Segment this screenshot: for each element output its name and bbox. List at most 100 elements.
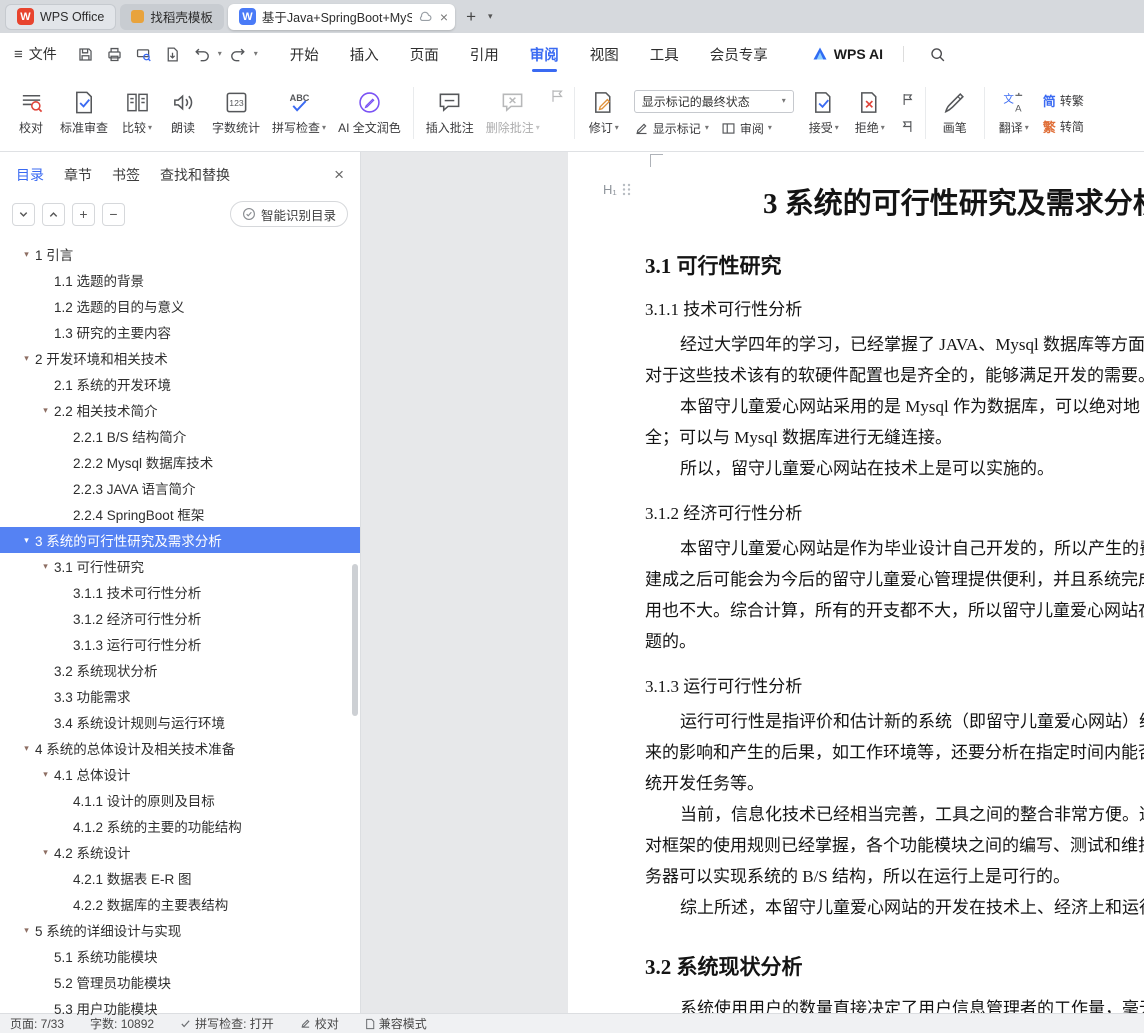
previous-change-button[interactable] — [897, 91, 919, 109]
toc-item[interactable]: 5.3 用户功能模块 — [0, 995, 360, 1021]
toc-item[interactable]: 1.1 选题的背景 — [0, 267, 360, 293]
doc-text-line: 对于这些技术该有的软硬件配置也是齐全的，能够满足开发的需要。 — [645, 366, 1144, 385]
toc-item[interactable]: ▾ 4.1 总体设计 — [0, 761, 360, 787]
compatibility-mode[interactable]: 兼容模式 — [365, 1015, 427, 1032]
accept-button[interactable]: 接受 ▾ — [801, 85, 847, 141]
menu-item-membership[interactable]: 会员专享 — [708, 33, 770, 75]
menu-item-home[interactable]: 开始 — [288, 33, 321, 75]
toc-item[interactable]: ▾ 3 系统的可行性研究及需求分析 — [0, 527, 360, 553]
sidebar-tab-find-replace[interactable]: 查找和替换 — [160, 165, 230, 185]
toc-caret-icon[interactable]: ▾ — [18, 249, 35, 260]
to-traditional-button[interactable]: 简 转繁 — [1043, 91, 1084, 110]
menu-item-tools[interactable]: 工具 — [648, 33, 681, 75]
menu-item-insert[interactable]: 插入 — [348, 33, 381, 75]
smart-toc-button[interactable]: 智能识别目录 — [229, 201, 348, 227]
undo-caret-icon[interactable]: ▾ — [218, 50, 222, 58]
redo-button[interactable] — [225, 42, 251, 66]
toc-item[interactable]: ▾ 5 系统的详细设计与实现 — [0, 917, 360, 943]
insert-comment-button[interactable]: 插入批注 — [420, 85, 480, 141]
menu-item-page[interactable]: 页面 — [408, 33, 441, 75]
toc-caret-icon[interactable]: ▾ — [37, 769, 54, 780]
menu-item-review[interactable]: 审阅 — [528, 33, 561, 75]
zoom-out-toc-button[interactable]: − — [102, 202, 125, 226]
toc-item[interactable]: 1.3 研究的主要内容 — [0, 319, 360, 345]
redo-caret-icon[interactable]: ▾ — [254, 50, 258, 58]
toc-caret-icon[interactable]: ▾ — [37, 847, 54, 858]
spell-check-button[interactable]: ABC 拼写检查 ▾ — [266, 85, 332, 141]
toc-item[interactable]: 3.1.3 运行可行性分析 — [0, 631, 360, 657]
brush-button[interactable]: 画笔 — [932, 85, 978, 141]
standard-review-button[interactable]: 标准审查 — [54, 85, 114, 141]
save-button[interactable] — [73, 42, 99, 66]
toc-item[interactable]: ▾ 2 开发环境和相关技术 — [0, 345, 360, 371]
document-page[interactable]: 3 系统的可行性研究及需求分析 3.1 可行性研究 3.1.1 技术可行性分析 经过大… — [568, 152, 1144, 1013]
print-button[interactable] — [102, 42, 128, 66]
export-pdf-button[interactable] — [160, 42, 186, 66]
sidebar-tab-bookmark[interactable]: 书签 — [112, 165, 140, 185]
collapse-all-button[interactable] — [12, 202, 35, 226]
toc-item[interactable]: ▾ 4.2 系统设计 — [0, 839, 360, 865]
toc-item[interactable]: 3.2 系统现状分析 — [0, 657, 360, 683]
compare-button[interactable]: 比较 ▾ — [114, 85, 160, 141]
track-changes-button[interactable]: 修订 ▾ — [581, 85, 627, 141]
markup-state-dropdown[interactable]: 显示标记的最终状态 ▾ — [633, 89, 794, 113]
file-menu[interactable]: ≡ 文件 — [14, 44, 57, 64]
sidebar-tab-toc[interactable]: 目录 — [16, 165, 44, 185]
toc-item[interactable]: 3.4 系统设计规则与运行环境 — [0, 709, 360, 735]
translate-button[interactable]: 文A 翻译 ▾ — [991, 85, 1037, 141]
toc-item[interactable]: 4.2.2 数据库的主要表结构 — [0, 891, 360, 917]
toc-item[interactable]: ▾ 4 系统的总体设计及相关技术准备 — [0, 735, 360, 761]
toc-item[interactable]: ▾ 2.2 相关技术简介 — [0, 397, 360, 423]
toc-item[interactable]: 4.2.1 数据表 E-R 图 — [0, 865, 360, 891]
search-icon[interactable] — [924, 42, 950, 66]
sidebar-tab-chapter[interactable]: 章节 — [64, 165, 92, 185]
close-tab-icon[interactable]: × — [440, 9, 448, 25]
tab-list-caret-icon[interactable]: ▾ — [483, 11, 498, 22]
toc-item[interactable]: 5.1 系统功能模块 — [0, 943, 360, 969]
toc-item[interactable]: 3.3 功能需求 — [0, 683, 360, 709]
wps-ai-button[interactable]: WPS AI — [812, 46, 883, 62]
toc-item[interactable]: 2.2.1 B/S 结构简介 — [0, 423, 360, 449]
toc-item[interactable]: 2.1 系统的开发环境 — [0, 371, 360, 397]
menu-item-view[interactable]: 视图 — [588, 33, 621, 75]
toc-item[interactable]: ▾ 1 引言 — [0, 241, 360, 267]
wps-office-tab[interactable]: W WPS Office — [5, 3, 117, 30]
toc-item[interactable]: 2.2.4 SpringBoot 框架 — [0, 501, 360, 527]
show-markup-button[interactable]: 显示标记 ▾ — [634, 120, 709, 137]
ai-polish-button[interactable]: AI 全文润色 — [332, 85, 407, 141]
toc-item[interactable]: 1.2 选题的目的与意义 — [0, 293, 360, 319]
doc-text-line: 运行可行性是指评价和估计新的系统（即留守儿童爱心网站）给 — [680, 712, 1144, 731]
toc-item[interactable]: ▾ 3.1 可行性研究 — [0, 553, 360, 579]
undo-button[interactable] — [189, 42, 215, 66]
close-sidebar-icon[interactable]: × — [334, 165, 344, 185]
docer-template-tab[interactable]: 找稻壳模板 — [120, 3, 224, 30]
document-tab[interactable]: W 基于Java+SpringBoot+MyS × — [227, 3, 456, 30]
to-simplified-button[interactable]: 繁 转简 — [1043, 117, 1084, 136]
toc-caret-icon[interactable]: ▾ — [18, 535, 35, 546]
toc-item[interactable]: 4.1.2 系统的主要的功能结构 — [0, 813, 360, 839]
menu-item-reference[interactable]: 引用 — [468, 33, 501, 75]
toc-item[interactable]: 3.1.1 技术可行性分析 — [0, 579, 360, 605]
toc-caret-icon[interactable]: ▾ — [18, 353, 35, 364]
toc-item[interactable]: 3.1.2 经济可行性分析 — [0, 605, 360, 631]
read-aloud-button[interactable]: 朗读 — [160, 85, 206, 141]
toc-caret-icon[interactable]: ▾ — [37, 405, 54, 416]
review-pane-button[interactable]: 审阅 ▾ — [721, 120, 772, 137]
toc-item[interactable]: 5.2 管理员功能模块 — [0, 969, 360, 995]
toc-caret-icon[interactable]: ▾ — [37, 561, 54, 572]
expand-all-button[interactable] — [42, 202, 65, 226]
proofread-button[interactable]: 校对 — [8, 85, 54, 141]
toc-caret-icon[interactable]: ▾ — [18, 925, 35, 936]
toc-item[interactable]: 2.2.2 Mysql 数据库技术 — [0, 449, 360, 475]
reject-button[interactable]: 拒绝 ▾ — [847, 85, 893, 141]
print-preview-button[interactable] — [131, 42, 157, 66]
toc-scrollbar[interactable] — [352, 564, 358, 716]
heading-drag-handle[interactable]: H₁ — [603, 182, 631, 197]
new-tab-button[interactable]: + — [459, 7, 483, 27]
word-count-button[interactable]: 123 字数统计 — [206, 85, 266, 141]
toc-item[interactable]: 2.2.3 JAVA 语言简介 — [0, 475, 360, 501]
zoom-in-toc-button[interactable]: + — [72, 202, 95, 226]
toc-item[interactable]: 4.1.1 设计的原则及目标 — [0, 787, 360, 813]
toc-caret-icon[interactable]: ▾ — [18, 743, 35, 754]
next-change-button[interactable] — [897, 118, 919, 136]
